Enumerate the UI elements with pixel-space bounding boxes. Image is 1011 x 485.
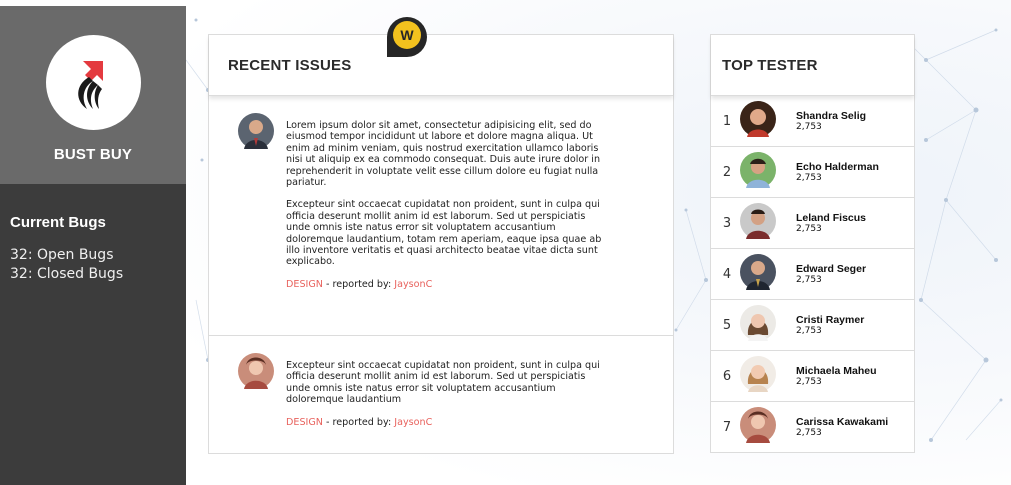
- brand-name: BUST BUY: [53, 146, 133, 163]
- reported-by-label: - reported by:: [322, 278, 395, 290]
- tester-name[interactable]: Cristi Raymer: [796, 314, 864, 326]
- tester-avatar: [740, 253, 776, 295]
- tester-avatar: [740, 202, 776, 244]
- tester-score: 2,753: [796, 428, 822, 438]
- tester-score: 2,753: [796, 172, 822, 183]
- tester-score: 2,753: [796, 325, 822, 336]
- sidebar: BUST BUY Current Bugs 32: Open Bugs 32: …: [0, 6, 186, 485]
- top-tester-card: TOP TESTER 1 Shandra Selig 2,753 2 Echo …: [710, 34, 915, 453]
- recent-issues-title: RECENT ISSUES: [209, 35, 673, 96]
- tester-name[interactable]: Leland Fiscus: [796, 212, 866, 224]
- issue-tag[interactable]: DESIGN: [286, 417, 323, 428]
- brand-panel: BUST BUY: [0, 6, 186, 184]
- tester-rank: 1: [722, 113, 732, 129]
- tester-score: 2,753: [796, 376, 822, 387]
- bugs-summary: Current Bugs 32: Open Bugs 32: Closed Bu…: [0, 184, 186, 284]
- tester-avatar: [740, 355, 776, 397]
- tester-rank: 4: [722, 266, 732, 282]
- issue-paragraph: Excepteur sint occaecat cupidatat non pr…: [286, 360, 600, 406]
- tester-name[interactable]: Carissa Kawakami: [796, 416, 888, 428]
- tester-score: 2,753: [796, 121, 822, 132]
- tester-avatar: [740, 151, 776, 193]
- issue-paragraph: Lorem ipsum dolor sit amet, consectetur …: [286, 120, 601, 189]
- tester-name[interactable]: Michaela Maheu: [796, 365, 877, 377]
- reported-by-label: - reported by:: [322, 416, 395, 428]
- issue-tag[interactable]: DESIGN: [286, 279, 323, 290]
- recent-issues-card: RECENT ISSUES Lorem ipsum dolor sit amet…: [208, 34, 674, 454]
- reporter-avatar[interactable]: [238, 113, 274, 152]
- tester-rank: 5: [722, 317, 732, 333]
- bugs-title: Current Bugs: [10, 214, 106, 231]
- tester-row[interactable]: 7 Carissa Kawakami 2,753: [711, 402, 914, 453]
- closed-bugs-count[interactable]: 32: Closed Bugs: [10, 265, 176, 284]
- tester-avatar: [740, 100, 776, 142]
- tester-name[interactable]: Edward Seger: [796, 263, 866, 275]
- tester-score: 2,753: [796, 274, 822, 285]
- tester-score: 2,753: [796, 223, 822, 234]
- tester-row[interactable]: 3 Leland Fiscus 2,753: [711, 198, 914, 249]
- issue-meta: DESIGN - reported by: JaysonC: [286, 279, 673, 290]
- tester-name[interactable]: Shandra Selig: [796, 110, 866, 122]
- brand-logo[interactable]: [45, 35, 141, 130]
- user-badge[interactable]: W: [387, 17, 427, 57]
- open-bugs-count[interactable]: 32: Open Bugs: [10, 246, 176, 265]
- tester-row[interactable]: 4 Edward Seger 2,753: [711, 249, 914, 300]
- badge-letter: W: [393, 21, 421, 49]
- tester-row[interactable]: 6 Michaela Maheu 2,753: [711, 351, 914, 402]
- tester-name[interactable]: Echo Halderman: [796, 161, 879, 173]
- tester-rank: 6: [722, 368, 732, 384]
- reporter-link[interactable]: JaysonC: [394, 417, 432, 428]
- top-tester-title: TOP TESTER: [711, 35, 914, 96]
- reporter-link[interactable]: JaysonC: [394, 279, 432, 290]
- tester-rank: 2: [722, 164, 732, 180]
- issue-item[interactable]: Excepteur sint occaecat cupidatat non pr…: [209, 336, 673, 428]
- tester-row[interactable]: 2 Echo Halderman 2,753: [711, 147, 914, 198]
- tester-rank: 3: [722, 215, 732, 231]
- tester-row[interactable]: 1 Shandra Selig 2,753: [711, 96, 914, 147]
- reporter-avatar[interactable]: [238, 353, 274, 392]
- brand-logo-icon: [78, 60, 103, 109]
- tester-avatar: [740, 304, 776, 346]
- issue-item[interactable]: Lorem ipsum dolor sit amet, consectetur …: [209, 96, 673, 336]
- tester-rank: 7: [722, 420, 732, 435]
- tester-avatar: [740, 407, 776, 448]
- tester-row[interactable]: 5 Cristi Raymer 2,753: [711, 300, 914, 351]
- issue-meta: DESIGN - reported by: JaysonC: [286, 417, 673, 428]
- issue-paragraph: Excepteur sint occaecat cupidatat non pr…: [286, 199, 602, 268]
